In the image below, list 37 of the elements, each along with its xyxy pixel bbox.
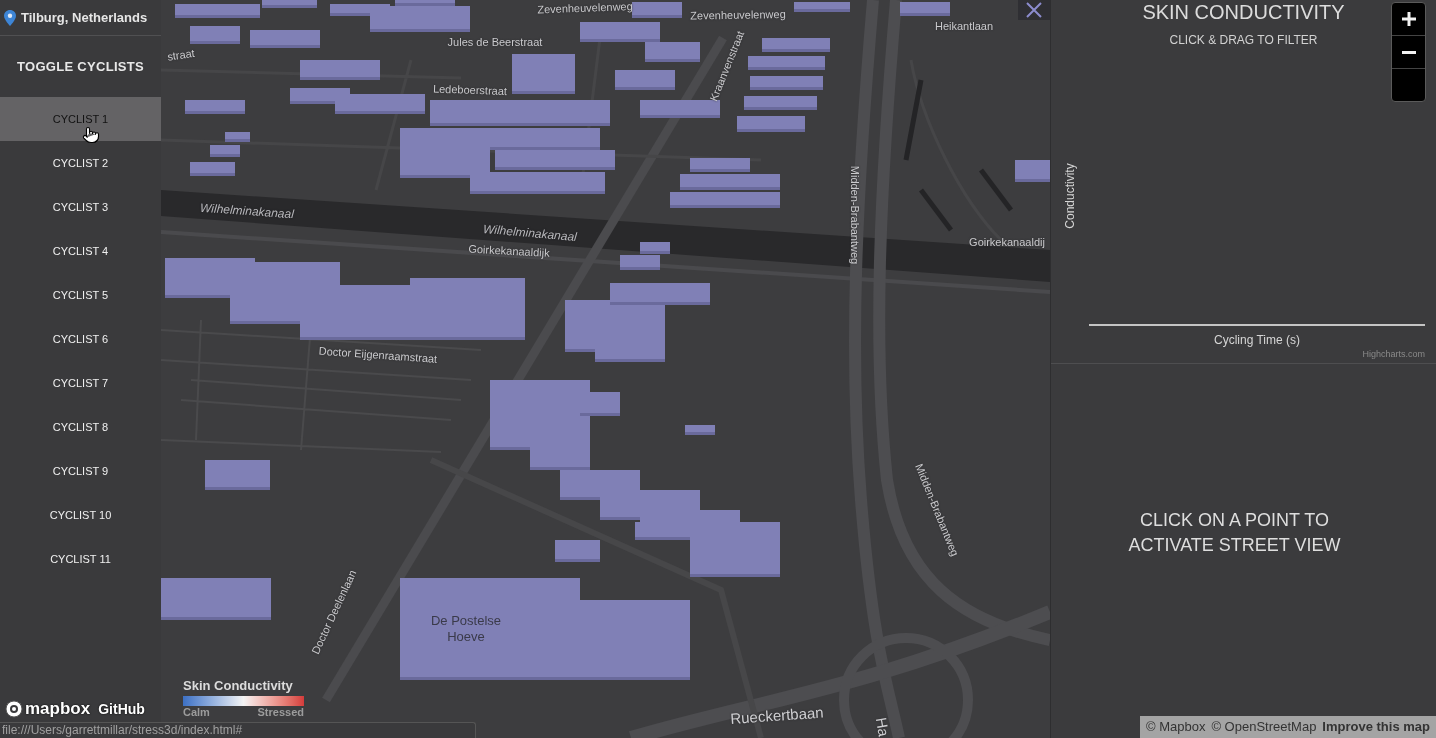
hand-cursor-icon xyxy=(82,126,100,144)
waterway-label: Wilhelminakanaal xyxy=(199,199,295,224)
street-label: straat xyxy=(166,45,196,65)
legend-low-label: Calm xyxy=(183,706,210,719)
sidebar-heading: TOGGLE CYCLISTS xyxy=(16,57,145,76)
chart-subtitle: CLICK & DRAG TO FILTER xyxy=(1169,33,1318,47)
attribution-link[interactable]: © OpenStreetMap xyxy=(1211,717,1317,737)
github-link[interactable]: GitHub xyxy=(98,700,145,718)
zoom-in-icon xyxy=(1401,12,1416,26)
logo-icon xyxy=(5,700,23,718)
street-label: Goirkekanaaldij xyxy=(969,234,1045,250)
street-label: Doctor Eijgenraamstraat xyxy=(318,343,438,367)
close-icon xyxy=(1026,2,1042,18)
street-label: Zevenheuvelenweg xyxy=(537,0,633,18)
attribution-link[interactable]: © Mapbox xyxy=(1145,717,1206,737)
logo-wordmark: mapbox xyxy=(25,699,91,719)
street-label: Midden-Brabantweg xyxy=(848,165,863,265)
street-view-message: CLICK ON A POINT TO ACTIVATE STREET VIEW xyxy=(1127,509,1342,557)
legend-title: Skin Conductivity xyxy=(183,678,294,694)
close-button[interactable] xyxy=(1018,0,1050,20)
chart-credits: Highcharts.com xyxy=(1362,348,1426,360)
place-label: De Postelse Hoeve xyxy=(429,613,503,645)
location-label: Tilburg, Netherlands xyxy=(21,8,148,27)
zoom-out-icon xyxy=(1401,50,1416,54)
attribution-link[interactable]: Improve this map xyxy=(1322,717,1430,737)
status-url: file:///Users/garrettmillar/stress3d/index.html# xyxy=(0,722,476,738)
y-axis-title: Conductivity xyxy=(1062,162,1078,229)
street-label: Zevenheuvelenweg xyxy=(690,6,786,24)
legend-high-label: Stressed xyxy=(257,706,304,719)
x-axis-title: Cycling Time (s) xyxy=(1213,333,1300,347)
street-label: Ha xyxy=(871,715,894,738)
street-label: Jules de Beerstraat xyxy=(447,34,543,50)
street-label: Ledeboerstraat xyxy=(432,81,508,100)
street-label: Heikantlaan xyxy=(934,18,994,34)
chart-title: SKIN CONDUCTIVITY xyxy=(1142,0,1345,23)
street-label: Rueckertbaan xyxy=(729,702,825,729)
map-pin-icon xyxy=(4,9,16,26)
